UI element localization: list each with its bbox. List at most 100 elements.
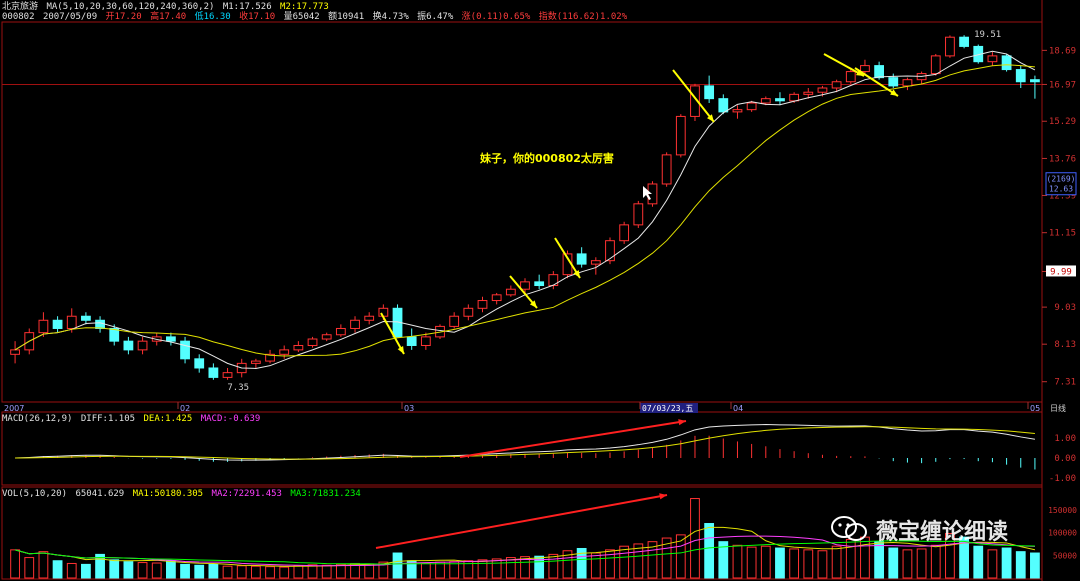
volume-bar	[860, 536, 870, 579]
candle-body	[888, 77, 899, 87]
volume-bar	[902, 549, 913, 579]
macd-tick-label: 0.00	[1054, 454, 1076, 464]
vol-tick-label: 150000	[1048, 506, 1077, 515]
candle-body	[180, 340, 190, 360]
candle-body	[463, 307, 474, 317]
candle-body	[661, 154, 672, 185]
candle-body	[477, 300, 488, 309]
macd-header: MACD(26,12,9) DIFF:1.105 DEA:1.425 MACD:…	[2, 414, 263, 424]
macd-label: MACD(26,12,9)	[2, 414, 73, 424]
macd-dea-line	[15, 426, 1035, 460]
volume-bar	[265, 566, 275, 579]
macd-value: MACD:-0.639	[200, 414, 261, 424]
candle-body	[194, 358, 205, 369]
price-tick-label: 11.15	[1049, 229, 1076, 239]
candle-body	[420, 336, 431, 346]
volume-bar	[137, 562, 148, 579]
candle-body	[1001, 55, 1012, 71]
close-value: 收17.10	[239, 12, 276, 22]
volume-bar	[420, 562, 431, 579]
candle-body	[350, 319, 360, 329]
candle-body	[208, 367, 219, 378]
volume-bar	[548, 553, 559, 579]
low-value: 低16.30	[194, 12, 231, 22]
price-tick-label: 7.31	[1054, 378, 1076, 388]
candle-body	[789, 93, 800, 102]
price-tick-label: 13.76	[1049, 154, 1076, 164]
low-price-label: 7.35	[227, 383, 249, 393]
candle-body	[959, 36, 969, 47]
volume-bar	[704, 523, 715, 579]
candle-body	[633, 203, 644, 226]
macd-dea: DEA:1.425	[143, 414, 193, 424]
volume-bar	[619, 545, 630, 579]
candle-body	[520, 281, 530, 290]
volume-bar	[307, 564, 318, 579]
candle-body	[364, 315, 375, 321]
candle-body	[10, 349, 20, 355]
candle-body	[321, 334, 332, 340]
index-value: 指数(116.62)1.02%	[538, 12, 628, 22]
price-tick-label: 16.97	[1049, 80, 1076, 90]
candle-body	[590, 260, 601, 265]
candle-body	[930, 55, 941, 75]
volume-bar	[222, 565, 233, 579]
candle-body	[1030, 79, 1040, 83]
candle-body	[307, 338, 318, 346]
candle-body	[718, 98, 729, 113]
candle-body	[831, 81, 842, 89]
ma-yellow-line	[14, 64, 1035, 357]
x-axis-label: 03	[404, 404, 414, 413]
volume-bar	[208, 563, 219, 579]
amount-value: 额10941	[328, 12, 365, 22]
volume-bar	[987, 549, 998, 579]
x-axis-label: 04	[733, 404, 743, 413]
macd-tick-label: -1.00	[1049, 474, 1076, 484]
stock-code: 000802	[2, 12, 35, 22]
volume-bar	[491, 558, 502, 579]
axis-box-label-1: (2169)	[1047, 175, 1076, 184]
volume-bar	[293, 565, 304, 579]
candle-body	[505, 288, 516, 296]
candle-body	[803, 91, 814, 95]
volume-bar	[123, 561, 134, 579]
volume-bar	[590, 552, 601, 579]
volume-bar	[930, 544, 941, 579]
amplitude-value: 振6.47%	[417, 12, 454, 22]
m1-value: M1:17.526	[222, 2, 272, 12]
vol-value: 65041.629	[75, 489, 125, 499]
volume-bar	[1001, 547, 1012, 579]
date-cursor-label: 07/03/23,五	[642, 404, 693, 413]
x-axis-label: 05	[1030, 404, 1040, 413]
marker-tag-label: 9.99	[1050, 267, 1072, 277]
volume-bar	[151, 562, 162, 579]
volume-bar	[24, 557, 35, 579]
volume-bar	[505, 557, 516, 579]
axis-box-label-2: 12.63	[1049, 185, 1073, 194]
volume-bar	[321, 564, 332, 579]
volume-bar	[250, 565, 261, 579]
volume-bar	[746, 546, 757, 579]
volume-bar	[789, 548, 800, 579]
candle-body	[66, 315, 77, 329]
candle-body	[52, 319, 63, 329]
candle-body	[137, 340, 148, 351]
volume-bar	[38, 551, 49, 579]
stock-name: 北京旅游	[2, 2, 39, 12]
candle-body	[576, 253, 587, 265]
vol-tick-label: 100000	[1048, 529, 1077, 538]
candle-body	[81, 315, 91, 321]
candle-body	[491, 294, 502, 302]
volume-value: 量65042	[283, 12, 320, 22]
candle-body	[817, 87, 828, 93]
m2-value: M2:17.773	[280, 2, 329, 12]
volume-bar	[845, 538, 856, 579]
candle-body	[675, 115, 686, 156]
volume-bar	[109, 559, 120, 579]
candle-body	[760, 98, 771, 104]
macd-diff: DIFF:1.105	[80, 414, 136, 424]
volume-bar	[180, 563, 190, 579]
volume-bar	[279, 566, 290, 579]
volume-bar	[435, 561, 445, 579]
volume-bar	[817, 550, 828, 579]
